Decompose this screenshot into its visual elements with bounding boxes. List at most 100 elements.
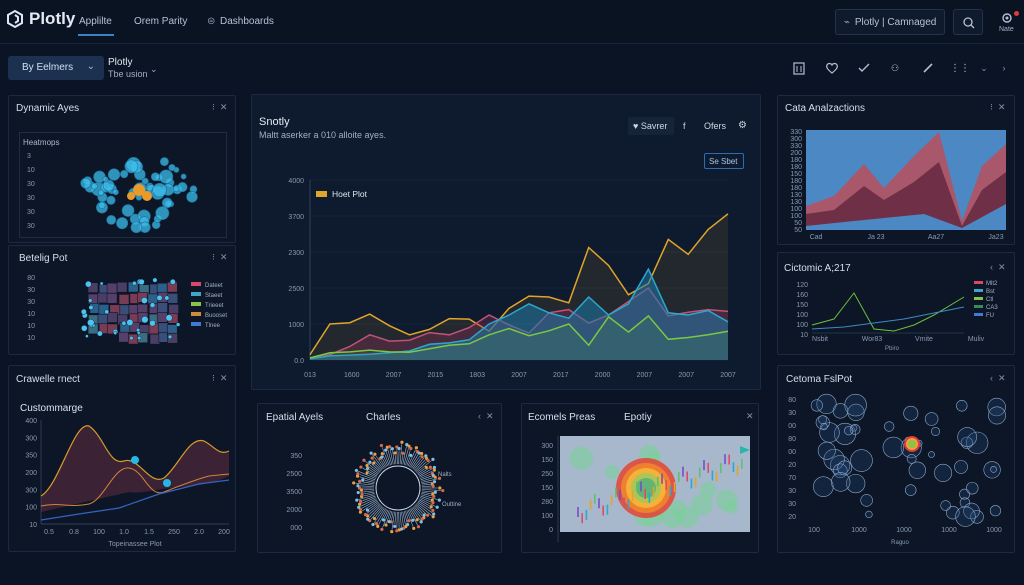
y-tick-label: 30 bbox=[27, 181, 35, 188]
map-point bbox=[97, 330, 103, 337]
bubble bbox=[173, 185, 180, 192]
tag-button[interactable]: Se Sbet bbox=[704, 153, 744, 169]
y-tick-label: 3700 bbox=[288, 214, 304, 221]
heart-icon bbox=[826, 62, 838, 74]
x-tick-label: Ja 23 bbox=[867, 234, 884, 241]
tab-dashboards[interactable]: Dashboards bbox=[220, 16, 274, 27]
bubble bbox=[159, 157, 169, 167]
feather-icon: ⌁ bbox=[844, 17, 851, 28]
x-tick-label: 200 bbox=[218, 529, 230, 536]
edit-button[interactable] bbox=[918, 58, 938, 78]
y-tick-label: 350 bbox=[25, 453, 37, 460]
map-point bbox=[165, 314, 173, 322]
heatmap-blob bbox=[716, 489, 738, 511]
bubble bbox=[121, 204, 135, 217]
map-point bbox=[121, 320, 127, 326]
legend-swatch bbox=[316, 191, 327, 197]
chevron-down-icon[interactable]: ⌄ bbox=[150, 64, 158, 75]
grid-button[interactable]: ⋮⋮ bbox=[950, 58, 970, 78]
tab-orem-parity[interactable]: Orem Parity bbox=[134, 16, 187, 27]
map-point bbox=[81, 325, 88, 332]
favorite-button[interactable] bbox=[822, 58, 842, 78]
radial-point bbox=[380, 452, 384, 456]
gear-icon bbox=[1002, 13, 1012, 23]
tab-applilte[interactable]: Applilte bbox=[79, 16, 112, 27]
clipboard-button[interactable] bbox=[789, 58, 809, 78]
radial-label: Outtine bbox=[442, 502, 462, 508]
radial-spoke bbox=[363, 489, 375, 491]
radial-spoke bbox=[359, 485, 375, 487]
command-box[interactable]: ⌁ Plotly | Camnaged bbox=[835, 9, 945, 35]
panel-controls[interactable]: ‹ ✕ bbox=[990, 373, 1006, 384]
y-tick-label: 160 bbox=[796, 292, 808, 299]
map-point bbox=[149, 320, 156, 327]
y-tick-label: 000 bbox=[290, 525, 302, 532]
radial-spoke bbox=[394, 454, 397, 465]
panel-controls[interactable]: ⁝ ✕ bbox=[212, 102, 227, 113]
radial-chart: 350 2500 3500 2000 000 Nalts Outtine bbox=[286, 440, 462, 534]
bubble bbox=[124, 159, 139, 174]
map-point bbox=[113, 331, 118, 335]
legend-label: Tlnee bbox=[205, 323, 221, 329]
main-line-chart: 4000 3700 2300 2500 1000 0.0013 1600 2007 2015 18… bbox=[288, 178, 735, 379]
panel-controls[interactable]: ‹ ✕ bbox=[478, 411, 494, 422]
radial-spoke bbox=[421, 489, 441, 491]
map-region bbox=[118, 294, 130, 305]
bubble bbox=[152, 182, 167, 198]
legend-label: Ctl bbox=[986, 297, 993, 303]
panel-ciomic: Cictomic A;217 ‹ ✕ 120 160 150 100 100 10 Mlt2… bbox=[777, 252, 1015, 355]
panel-controls[interactable]: ‹ ✕ bbox=[990, 262, 1006, 273]
users-button[interactable]: ⚇ bbox=[885, 58, 905, 78]
panel-controls[interactable]: ⁝ ✕ bbox=[212, 252, 227, 263]
radial-point bbox=[431, 508, 435, 512]
bubble bbox=[150, 172, 160, 182]
y-tick-label: 100 bbox=[541, 513, 553, 520]
panel-title: Ecomels Preas bbox=[528, 412, 596, 423]
settings-icon[interactable]: ⚙ bbox=[738, 120, 747, 131]
y-tick-label: 2300 bbox=[288, 250, 304, 257]
radial-point bbox=[437, 498, 441, 502]
y-tick-label: 3 bbox=[27, 153, 31, 160]
x-axis-label: Topeinassee Plot bbox=[108, 541, 161, 548]
x-tick-label: Nsbit bbox=[812, 336, 828, 343]
radial-point bbox=[362, 458, 366, 462]
map-point bbox=[138, 278, 145, 285]
plotly-logo-icon bbox=[7, 9, 23, 29]
bubble bbox=[106, 195, 116, 205]
y-tick-label: 80 bbox=[788, 397, 796, 404]
panel-controls[interactable]: ✕ bbox=[746, 411, 754, 422]
radial-spoke bbox=[368, 505, 382, 518]
y-tick-label: 4000 bbox=[288, 178, 304, 185]
view-select[interactable]: By Eelmers ⌄ bbox=[8, 56, 104, 80]
scatter-bubble bbox=[990, 466, 997, 473]
map-point bbox=[167, 334, 173, 339]
scatter-chart: 80 30 00 80 00 20 70 30 30 20 100 1000 1000 1000 1000 R… bbox=[788, 393, 1006, 546]
radial-point bbox=[414, 446, 418, 450]
radial-point bbox=[401, 451, 405, 455]
save-label: Savrer bbox=[640, 121, 668, 131]
map-region bbox=[147, 293, 159, 305]
facebook-button[interactable]: f bbox=[680, 117, 694, 135]
radial-spoke bbox=[406, 457, 411, 466]
radial-point bbox=[358, 479, 362, 483]
panel-controls[interactable]: ⁝ ✕ bbox=[212, 373, 227, 384]
next-button[interactable]: › bbox=[994, 58, 1014, 78]
scatter-bubble bbox=[904, 484, 917, 496]
x-tick-label: Muliv bbox=[968, 336, 985, 343]
x-tick-label: Vmite bbox=[915, 336, 933, 343]
check-button[interactable] bbox=[854, 58, 874, 78]
legend-swatch bbox=[974, 297, 983, 300]
scatter-bubble bbox=[956, 400, 968, 412]
save-button[interactable]: ♥ Savrer bbox=[628, 117, 674, 135]
app-logo[interactable]: Plotly bbox=[6, 9, 75, 29]
radial-spoke bbox=[391, 511, 394, 520]
bubble bbox=[91, 182, 98, 190]
map-region bbox=[116, 281, 128, 293]
radial-point bbox=[435, 505, 439, 509]
user-menu[interactable]: Nate bbox=[996, 10, 1020, 36]
dropdown-button[interactable]: ⌄ bbox=[974, 58, 994, 78]
scatter-bubble bbox=[906, 453, 917, 464]
search-button[interactable] bbox=[953, 9, 983, 35]
others-button[interactable]: Ofers bbox=[702, 117, 732, 135]
panel-controls[interactable]: ⁝ ✕ bbox=[990, 102, 1005, 113]
